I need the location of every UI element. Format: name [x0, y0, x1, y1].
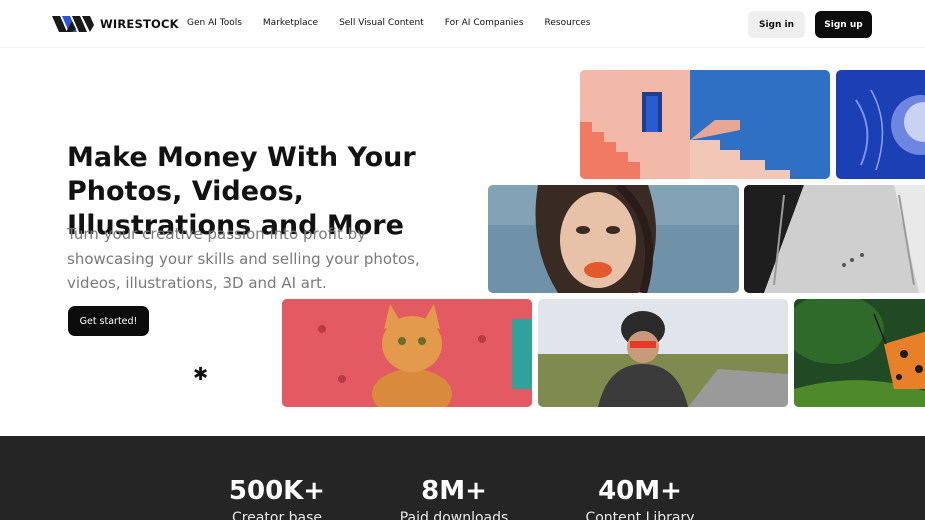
stat-content-library: 40M+ Content Library	[550, 476, 730, 520]
nav-sell-visual-content[interactable]: Sell Visual Content	[339, 18, 424, 28]
brand-name: WIRESTOCK	[100, 17, 179, 31]
jellyfish-icon	[836, 70, 925, 179]
butterfly-image[interactable]	[794, 299, 925, 407]
cat-icon	[282, 299, 532, 407]
nav-for-ai-companies[interactable]: For AI Companies	[445, 18, 524, 28]
corridor-icon	[744, 185, 925, 293]
stat-label: Paid downloads	[399, 510, 509, 520]
woman-portrait-icon	[488, 185, 739, 293]
main-nav: Gen AI Tools Marketplace Sell Visual Con…	[187, 18, 612, 28]
corridor-image[interactable]	[744, 185, 925, 293]
get-started-button[interactable]: Get started!	[68, 306, 149, 336]
jellyfish-image[interactable]	[836, 70, 925, 179]
pink-stairs-image[interactable]	[580, 70, 830, 179]
stats-bar: 500K+ Creator base 8M+ Paid downloads 40…	[0, 436, 925, 520]
sign-in-button[interactable]: Sign in	[748, 11, 805, 38]
wirestock-logo-icon	[52, 16, 94, 32]
nav-resources[interactable]: Resources	[545, 18, 591, 28]
stat-creator-base: 500K+ Creator base	[187, 476, 367, 520]
stat-value: 500K+	[228, 476, 326, 506]
butterfly-icon	[794, 299, 925, 407]
stat-value: 8M+	[421, 476, 487, 506]
stat-label: Content Library	[585, 510, 695, 520]
stat-value: 40M+	[598, 476, 682, 506]
stat-label: Creator base	[231, 510, 323, 520]
sign-up-button[interactable]: Sign up	[815, 11, 872, 38]
cyclist-icon	[538, 299, 788, 407]
cyclist-image[interactable]	[538, 299, 788, 407]
page: WIRESTOCK Gen AI Tools Marketplace Sell …	[0, 0, 925, 520]
nav-marketplace[interactable]: Marketplace	[263, 18, 318, 28]
woman-portrait-image[interactable]	[488, 185, 739, 293]
hero-subtitle: Turn your creative passion into profit b…	[67, 225, 420, 292]
stat-paid-downloads: 8M+ Paid downloads	[364, 476, 544, 520]
top-navbar: WIRESTOCK Gen AI Tools Marketplace Sell …	[0, 0, 925, 48]
brand-logo[interactable]: WIRESTOCK	[52, 13, 179, 35]
nav-gen-ai-tools[interactable]: Gen AI Tools	[187, 18, 242, 28]
cat-image[interactable]	[282, 299, 532, 407]
pink-stairs-icon	[580, 70, 830, 179]
asterisk-icon: ✱	[193, 364, 209, 385]
